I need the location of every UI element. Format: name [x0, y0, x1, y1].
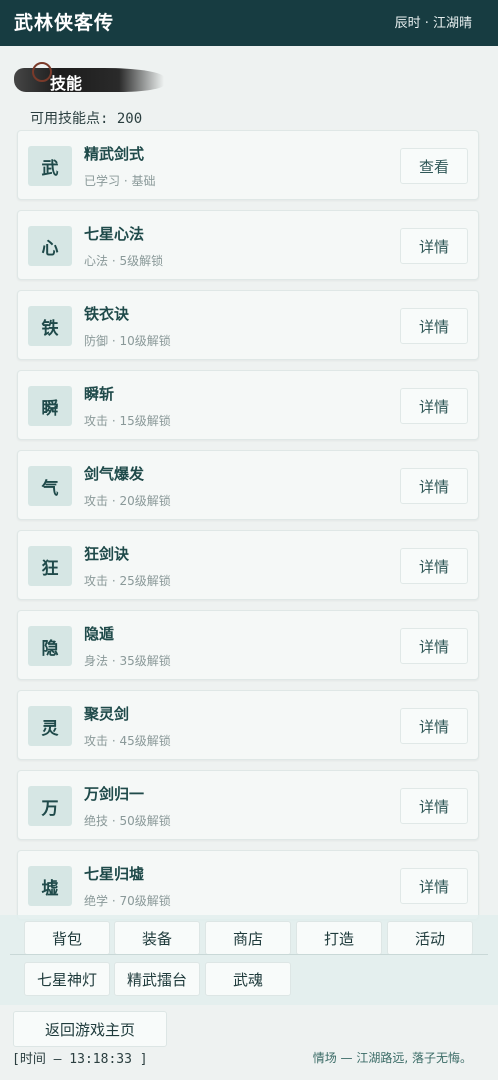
skill-card: 灵 聚灵剑 攻击 · 45级解锁 详情 — [17, 690, 479, 760]
skill-name: 铁衣诀 — [84, 305, 130, 323]
skill-name: 万剑归一 — [84, 785, 145, 803]
skill-meta: 防御 · 10级解锁 — [84, 334, 171, 348]
skill-meta: 攻击 · 25级解锁 — [84, 574, 171, 588]
skill-card: 气 剑气爆发 攻击 · 20级解锁 详情 — [17, 450, 479, 520]
nav-seven-star-lamp-button[interactable]: 七星神灯 — [24, 962, 110, 996]
skill-icon: 狂 — [28, 546, 72, 586]
skill-name: 瞬斩 — [84, 385, 115, 403]
top-bar: 武林侠客传 辰时 · 江湖晴 — [0, 0, 498, 46]
skill-meta: 心法 · 5级解锁 — [84, 254, 164, 268]
skill-icon: 瞬 — [28, 386, 72, 426]
skill-card: 隐 隐遁 身法 · 35级解锁 详情 — [17, 610, 479, 680]
skill-details-button[interactable]: 详情 — [400, 628, 468, 664]
skill-card: 武 精武剑式 已学习 · 基础 查看 — [17, 130, 479, 200]
skill-details-button[interactable]: 详情 — [400, 388, 468, 424]
seal-ring-decoration — [32, 62, 52, 82]
skill-card: 万 万剑归一 绝技 · 50级解锁 详情 — [17, 770, 479, 840]
section-title: 技能 — [50, 74, 83, 93]
skill-details-button[interactable]: 详情 — [400, 868, 468, 904]
skill-details-button[interactable]: 详情 — [400, 788, 468, 824]
skill-card: 墟 七星归墟 绝学 · 70级解锁 详情 — [17, 850, 479, 920]
skill-details-button[interactable]: 详情 — [400, 708, 468, 744]
skill-details-button[interactable]: 详情 — [400, 228, 468, 264]
footer-quote: 情场 — 江湖路远, 落子无悔。 — [312, 1051, 472, 1065]
nav-equipment-button[interactable]: 装备 — [114, 921, 200, 955]
skill-card: 心 七星心法 心法 · 5级解锁 详情 — [17, 210, 479, 280]
return-home-button[interactable]: 返回游戏主页 — [13, 1011, 167, 1047]
skill-name: 剑气爆发 — [84, 465, 145, 483]
skill-name: 七星心法 — [84, 225, 145, 243]
skill-meta: 攻击 · 20级解锁 — [84, 494, 171, 508]
app-title: 武林侠客传 — [14, 12, 115, 34]
nav-forge-button[interactable]: 打造 — [296, 921, 382, 955]
skill-meta: 身法 · 35级解锁 — [84, 654, 171, 668]
game-clock: [时间 — 13:18:33 ] — [12, 1052, 148, 1067]
skill-name: 隐遁 — [84, 625, 115, 643]
skill-icon: 万 — [28, 786, 72, 826]
skill-details-button[interactable]: 详情 — [400, 308, 468, 344]
nav-divider — [10, 954, 488, 955]
nav-backpack-button[interactable]: 背包 — [24, 921, 110, 955]
nav-martial-soul-button[interactable]: 武魂 — [205, 962, 291, 996]
skill-card: 瞬 瞬斩 攻击 · 15级解锁 详情 — [17, 370, 479, 440]
skill-name: 精武剑式 — [84, 145, 145, 163]
nav-events-button[interactable]: 活动 — [387, 921, 473, 955]
skill-name: 七星归墟 — [84, 865, 145, 883]
nav-shop-button[interactable]: 商店 — [205, 921, 291, 955]
skill-meta: 已学习 · 基础 — [84, 174, 156, 188]
nav-arena-button[interactable]: 精武擂台 — [114, 962, 200, 996]
section-header: 技能 — [14, 62, 164, 96]
skill-icon: 武 — [28, 146, 72, 186]
skill-details-button[interactable]: 详情 — [400, 468, 468, 504]
skill-icon: 心 — [28, 226, 72, 266]
skill-meta: 攻击 · 15级解锁 — [84, 414, 171, 428]
skill-name: 聚灵剑 — [84, 705, 130, 723]
skill-meta: 攻击 · 45级解锁 — [84, 734, 171, 748]
skill-icon: 铁 — [28, 306, 72, 346]
view-skill-button[interactable]: 查看 — [400, 148, 468, 184]
skill-card: 狂 狂剑诀 攻击 · 25级解锁 详情 — [17, 530, 479, 600]
time-weather-status: 辰时 · 江湖晴 — [394, 16, 472, 31]
skill-icon: 气 — [28, 466, 72, 506]
skill-meta: 绝技 · 50级解锁 — [84, 814, 171, 828]
skill-details-button[interactable]: 详情 — [400, 548, 468, 584]
skill-icon: 灵 — [28, 706, 72, 746]
skill-card: 铁 铁衣诀 防御 · 10级解锁 详情 — [17, 290, 479, 360]
skill-points: 可用技能点: 200 — [30, 111, 143, 127]
skill-meta: 绝学 · 70级解锁 — [84, 894, 171, 908]
skill-icon: 墟 — [28, 866, 72, 906]
skill-icon: 隐 — [28, 626, 72, 666]
skill-name: 狂剑诀 — [84, 545, 130, 563]
